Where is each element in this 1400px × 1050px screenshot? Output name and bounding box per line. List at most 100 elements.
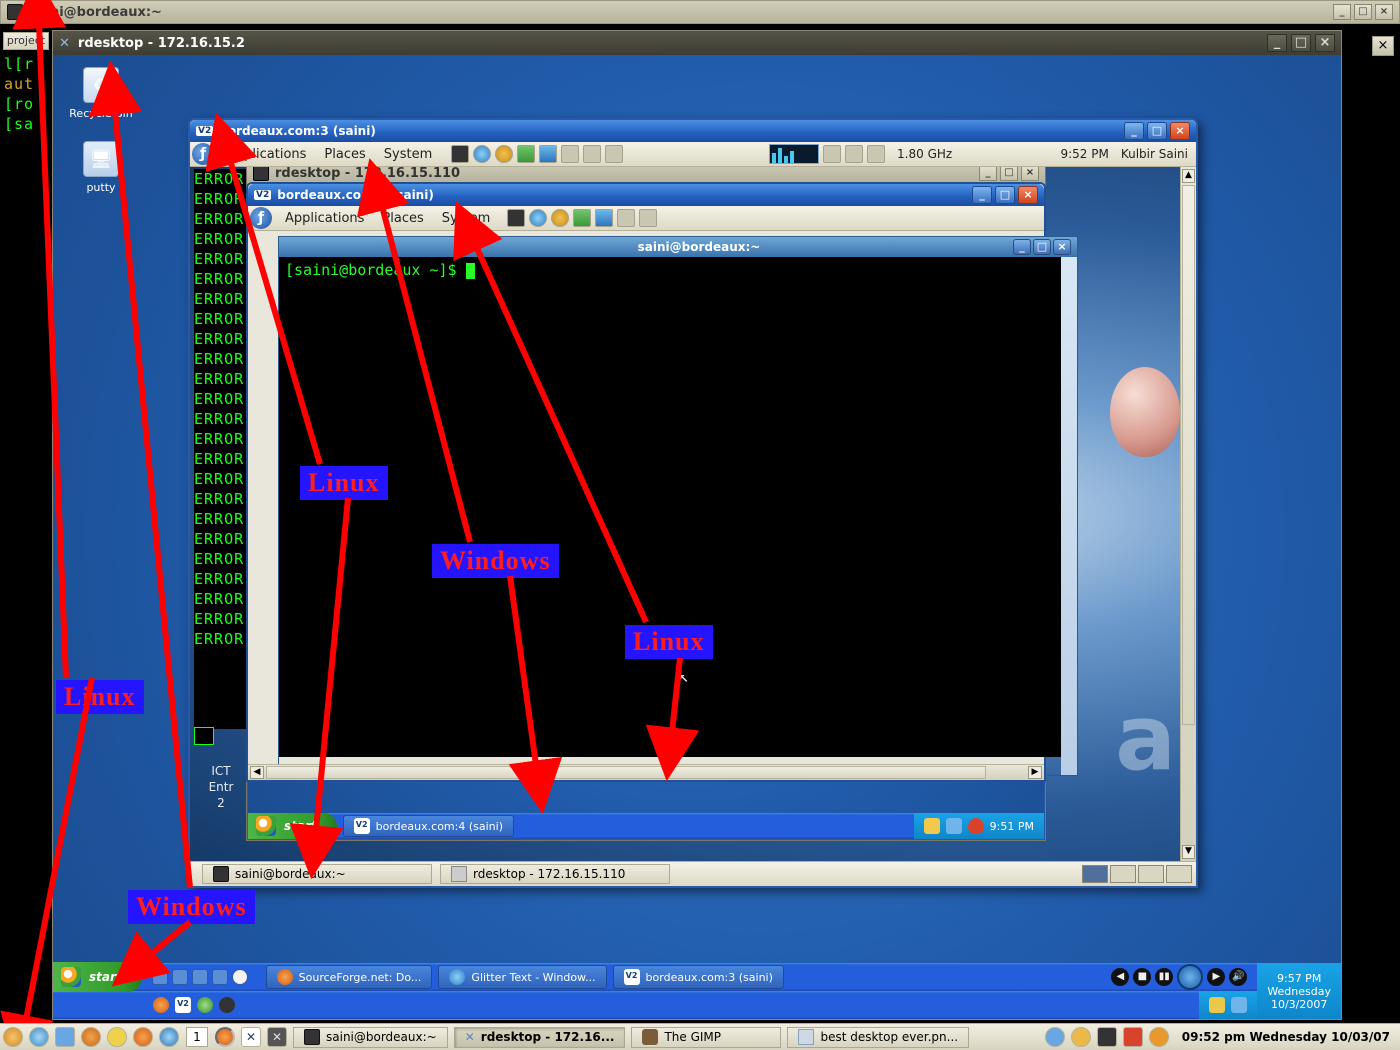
panel-launcher[interactable] [529,209,547,227]
inner-terminal-titlebar[interactable]: saini@bordeaux:~ _ □ × [279,237,1077,257]
panel-launcher[interactable] [55,1027,75,1047]
panel-task-terminal[interactable]: saini@bordeaux:~ [202,864,432,884]
vnc-icon[interactable]: V2 [175,997,191,1013]
gnome-bottom-panel[interactable]: saini@bordeaux:~ rdesktop - 172.16.15.11… [190,861,1196,886]
media-next-icon[interactable]: ▶ [1207,968,1225,986]
maximize-button[interactable]: □ [1291,34,1311,52]
panel-launcher[interactable] [107,1027,127,1047]
panel-launcher[interactable] [551,209,569,227]
outer-frame-close[interactable]: × [1372,36,1394,56]
panel-launcher[interactable] [605,145,623,163]
places-menu[interactable]: Places [373,211,432,226]
panel-launcher[interactable] [617,209,635,227]
panel-task-rdesktop[interactable]: rdesktop - 172.16.15.110 [440,864,670,884]
putty-icon[interactable]: 🖥 putty [69,141,133,194]
panel-launcher[interactable] [451,145,469,163]
firefox-icon[interactable] [153,997,169,1013]
taskbar-item-glitter[interactable]: Glitter Text - Window... [438,965,606,989]
gnome-top-panel[interactable]: ƒ Applications Places System 1.80 GHz 9:… [190,142,1196,167]
media-prev-icon[interactable]: ◀ [1111,968,1129,986]
host-panel-clock[interactable]: 09:52 pm Wednesday 10/03/07 [1182,1030,1390,1044]
host-task-gimp[interactable]: The GIMP [631,1027,781,1048]
media-play-icon[interactable]: ■ [1133,968,1151,986]
taskbar-item-sourceforge[interactable]: SourceForge.net: Do... [266,965,433,989]
xp-outer-taskbar-row2[interactable]: V2 [53,991,1257,1019]
panel-applet[interactable] [867,145,885,163]
maximize-button[interactable]: □ [1033,239,1051,255]
close-button[interactable]: × [1375,4,1393,20]
panel-launcher[interactable] [573,209,591,227]
maximize-button[interactable]: □ [1000,167,1018,181]
panel-launcher[interactable] [159,1027,179,1047]
quicklaunch-icon[interactable] [232,969,248,985]
maximize-button[interactable]: □ [1147,122,1167,140]
outer-rdesktop-titlebar[interactable]: ✕ rdesktop - 172.16.15.2 _ □ × [53,31,1341,55]
inner-terminal-body[interactable]: [saini@bordeaux ~]$ ↖ [279,257,1077,757]
close-button[interactable]: × [1170,122,1190,140]
recycle-bin-icon[interactable]: ♻ Recycle Bin [69,67,133,120]
minimize-button[interactable]: _ [1013,239,1031,255]
vnc1-vscrollbar[interactable]: ▲ ▼ [1180,167,1196,861]
tray-icon[interactable] [1149,1027,1169,1047]
workspace-number[interactable]: 1 [186,1027,208,1047]
tray-icon[interactable] [1045,1027,1065,1047]
gnome-desktop[interactable]: a ERRORERRORERRORERRORERRORERRORERRORERR… [190,167,1196,861]
applications-menu[interactable]: Applications [218,147,315,162]
close-button[interactable]: × [1315,34,1335,52]
sysmon-applet[interactable] [769,144,819,164]
media-pause-icon[interactable]: ▮▮ [1155,968,1173,986]
panel-launcher[interactable] [517,145,535,163]
maximize-button[interactable]: □ [995,186,1015,204]
project-tab[interactable]: project [3,32,49,50]
panel-launcher[interactable] [561,145,579,163]
xp-outer-clock[interactable]: 9:57 PM Wednesday 10/3/2007 [1257,963,1341,1019]
xp-outer-taskbar-row1[interactable]: start SourceForge.net: Do... Glitter Tex… [53,963,1257,991]
quicklaunch-icon[interactable] [197,997,213,1013]
wmp-icon[interactable] [1177,964,1203,990]
quicklaunch-icon[interactable] [219,997,235,1013]
start-button[interactable]: start [248,813,337,839]
x-icon[interactable]: ✕ [267,1027,287,1047]
panel-user[interactable]: Kulbir Saini [1121,147,1188,161]
close-button[interactable]: × [1021,167,1039,181]
gnome-top-panel-inner[interactable]: ƒ Applications Places System [248,206,1044,231]
panel-launcher[interactable] [473,145,491,163]
host-linux-panel[interactable]: 1 ✕ ✕ saini@bordeaux:~ ✕ rdesktop - 172.… [0,1023,1400,1050]
panel-applet[interactable] [823,145,841,163]
close-button[interactable]: × [1053,239,1071,255]
tray-shield-icon[interactable] [968,818,984,834]
tray-icon[interactable] [1071,1027,1091,1047]
panel-launcher[interactable] [583,145,601,163]
host-task-rdesktop[interactable]: ✕ rdesktop - 172.16... [454,1027,626,1048]
tray-icon[interactable] [946,818,962,834]
tray-icon[interactable] [1097,1027,1117,1047]
vnc2-hscrollbar[interactable]: ◀ ▶ [248,764,1044,780]
firefox-icon[interactable] [215,1027,235,1047]
minimize-button[interactable]: _ [1333,4,1351,20]
system-menu[interactable]: System [375,147,441,162]
close-button[interactable]: × [1018,186,1038,204]
tray-icon[interactable] [1209,997,1225,1013]
panel-launcher[interactable] [507,209,525,227]
tray-icon[interactable] [924,818,940,834]
start-button[interactable]: start [53,962,142,992]
terminal-scrollbar[interactable] [1061,257,1077,775]
panel-launcher[interactable] [595,209,613,227]
minimize-button[interactable]: _ [979,167,997,181]
media-vol-icon[interactable]: 🔊 [1229,968,1247,986]
tray-icon[interactable] [1231,997,1247,1013]
workspace-switcher[interactable] [1082,865,1192,883]
minimize-button[interactable]: _ [972,186,992,204]
panel-applet[interactable] [845,145,863,163]
fedora-icon[interactable]: ƒ [192,143,214,165]
xp-inner-clock[interactable]: 9:51 PM [990,820,1034,833]
quicklaunch-icon[interactable] [212,969,228,985]
xp-inner-taskbar[interactable]: start V2 bordeaux.com:4 (saini) 9:51 PM [248,813,1044,839]
taskbar-item-vnc[interactable]: V2 bordeaux.com:3 (saini) [613,965,784,989]
minimize-button[interactable]: _ [1267,34,1287,52]
quicklaunch-icon[interactable] [172,969,188,985]
vnc1-titlebar[interactable]: V2 bordeaux.com:3 (saini) _ □ × [190,120,1196,142]
panel-launcher[interactable] [539,145,557,163]
quicklaunch-icon[interactable] [192,969,208,985]
panel-launcher[interactable] [495,145,513,163]
